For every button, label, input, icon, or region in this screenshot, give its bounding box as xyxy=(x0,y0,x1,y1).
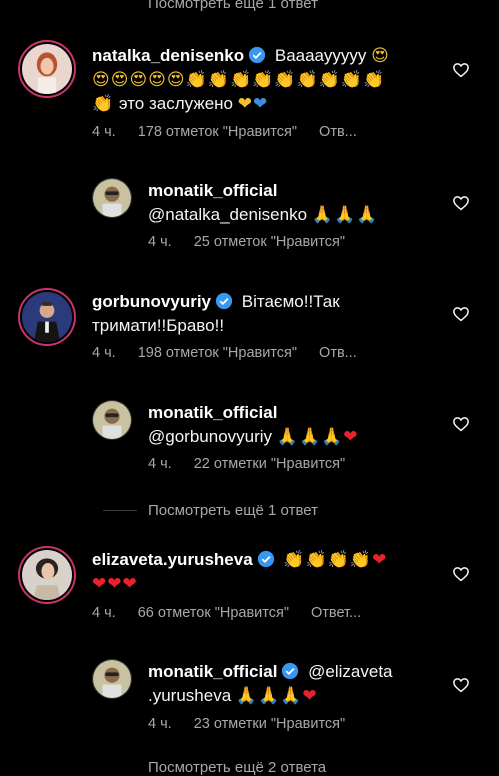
likes-count[interactable]: 23 отметки "Нравится" xyxy=(194,716,346,732)
red-heart-emoji: ❤ xyxy=(343,427,359,447)
mention-link[interactable]: @elizaveta xyxy=(308,662,392,681)
username-gorbunovyuriy[interactable]: gorbunovyuriy xyxy=(92,292,211,311)
reply-monatik-2: monatik_official @gorbunovyuriy 🙏🙏🙏❤ xyxy=(148,401,438,449)
timestamp: 4 ч. xyxy=(92,605,116,621)
praying-hands-emoji: 🙏🙏🙏 xyxy=(276,427,344,447)
reply-monatik-3: monatik_official @elizaveta .yurusheva 🙏… xyxy=(148,660,438,708)
timestamp: 4 ч. xyxy=(148,716,172,732)
emoji-row: 😍😍😍😍😍👏👏👏👏👏👏👏👏👏 xyxy=(92,68,432,92)
heart-outline-icon[interactable] xyxy=(452,61,470,79)
clapping-hands-emoji: 👏👏👏👏 xyxy=(283,550,373,570)
comment-text: Вааааууууу xyxy=(274,46,367,65)
verified-badge-icon xyxy=(249,46,266,64)
comment-meta: 4 ч. 23 отметки "Нравится" xyxy=(148,716,367,732)
likes-count[interactable]: 198 отметок "Нравится" xyxy=(138,345,297,361)
reply-button[interactable]: Отв... xyxy=(319,124,357,140)
reply-monatik-1: monatik_official @natalka_denisenko 🙏🙏🙏 xyxy=(148,179,438,227)
praying-hands-emoji: 🙏🙏🙏 xyxy=(311,205,379,225)
likes-count[interactable]: 22 отметки "Нравится" xyxy=(194,456,346,472)
clapping-hands-emoji: 👏 xyxy=(92,94,115,114)
comment-gorbunovyuriy: gorbunovyuriy Вітаємо!!Так тримати!!Брав… xyxy=(92,290,432,338)
timestamp: 4 ч. xyxy=(92,345,116,361)
timestamp: 4 ч. xyxy=(148,234,172,250)
comment-meta: 4 ч. 178 отметок "Нравится" Отв... xyxy=(92,124,379,140)
comment-natalka-denisenko: natalka_denisenko Вааааууууу 😍 😍😍😍😍😍👏👏👏👏… xyxy=(92,44,432,116)
username-elizaveta-yurusheva[interactable]: elizaveta.yurusheva xyxy=(92,550,253,569)
username-monatik-official[interactable]: monatik_official xyxy=(148,181,277,200)
comment-text: Вітаємо!!Так xyxy=(241,292,340,311)
heart-outline-icon[interactable] xyxy=(452,194,470,212)
heart-outline-icon[interactable] xyxy=(452,676,470,694)
mention-link-cont[interactable]: .yurusheva xyxy=(148,686,231,705)
heart-outline-icon[interactable] xyxy=(452,305,470,323)
heart-eyes-emoji: 😍😍😍😍😍 xyxy=(92,70,186,90)
red-heart-emoji: ❤❤❤ xyxy=(92,574,138,594)
comment-text: тримати!!Браво!! xyxy=(92,316,225,335)
comment-elizaveta-yurusheva: elizaveta.yurusheva 👏👏👏👏❤ ❤❤❤ xyxy=(92,548,432,596)
username-monatik-official[interactable]: monatik_official xyxy=(148,403,277,422)
avatar-gorbunovyuriy[interactable] xyxy=(18,288,76,346)
avatar-monatik-official[interactable] xyxy=(92,659,132,699)
praying-hands-emoji: 🙏🙏🙏 xyxy=(235,686,303,706)
verified-badge-icon xyxy=(215,292,233,310)
reply-button[interactable]: Ответ... xyxy=(311,605,361,621)
likes-count[interactable]: 25 отметок "Нравится" xyxy=(194,234,345,250)
comment-meta: 4 ч. 198 отметок "Нравится" Отв... xyxy=(92,345,379,361)
yellow-heart-emoji: ❤ xyxy=(237,94,253,114)
username-natalka-denisenko[interactable]: natalka_denisenko xyxy=(92,46,244,65)
mention-link[interactable]: @natalka_denisenko xyxy=(148,205,307,224)
comment-text: это заслужено xyxy=(118,94,234,113)
timestamp: 4 ч. xyxy=(148,456,172,472)
clapping-hands-emoji: 👏👏👏👏👏👏👏👏👏 xyxy=(185,70,386,90)
reply-button[interactable]: Отв... xyxy=(319,345,357,361)
heart-outline-icon[interactable] xyxy=(452,415,470,433)
red-heart-emoji: ❤ xyxy=(372,550,388,570)
view-more-replies[interactable]: Посмотреть ещё 1 ответ xyxy=(148,502,318,519)
likes-count[interactable]: 66 отметок "Нравится" xyxy=(138,605,289,621)
heart-outline-icon[interactable] xyxy=(452,565,470,583)
avatar-monatik-official[interactable] xyxy=(92,400,132,440)
avatar-monatik-official[interactable] xyxy=(92,178,132,218)
view-more-replies-top[interactable]: Посмотреть ещё 1 ответ xyxy=(148,0,318,12)
divider xyxy=(103,510,137,511)
comment-meta: 4 ч. 66 отметок "Нравится" Ответ... xyxy=(92,605,383,621)
likes-count[interactable]: 178 отметок "Нравится" xyxy=(138,124,297,140)
red-heart-emoji: ❤ xyxy=(302,686,318,706)
verified-badge-icon xyxy=(282,662,299,680)
avatar-elizaveta-yurusheva[interactable] xyxy=(18,546,76,604)
username-monatik-official[interactable]: monatik_official xyxy=(148,662,277,681)
comment-meta: 4 ч. 25 отметок "Нравится" xyxy=(148,234,367,250)
mention-link[interactable]: @gorbunovyuriy xyxy=(148,427,272,446)
timestamp: 4 ч. xyxy=(92,124,116,140)
heart-eyes-emoji: 😍 xyxy=(371,46,390,66)
verified-badge-icon xyxy=(257,550,274,568)
avatar-natalka-denisenko[interactable] xyxy=(18,40,76,98)
comment-meta: 4 ч. 22 отметки "Нравится" xyxy=(148,456,367,472)
blue-heart-emoji: ❤ xyxy=(253,94,269,114)
